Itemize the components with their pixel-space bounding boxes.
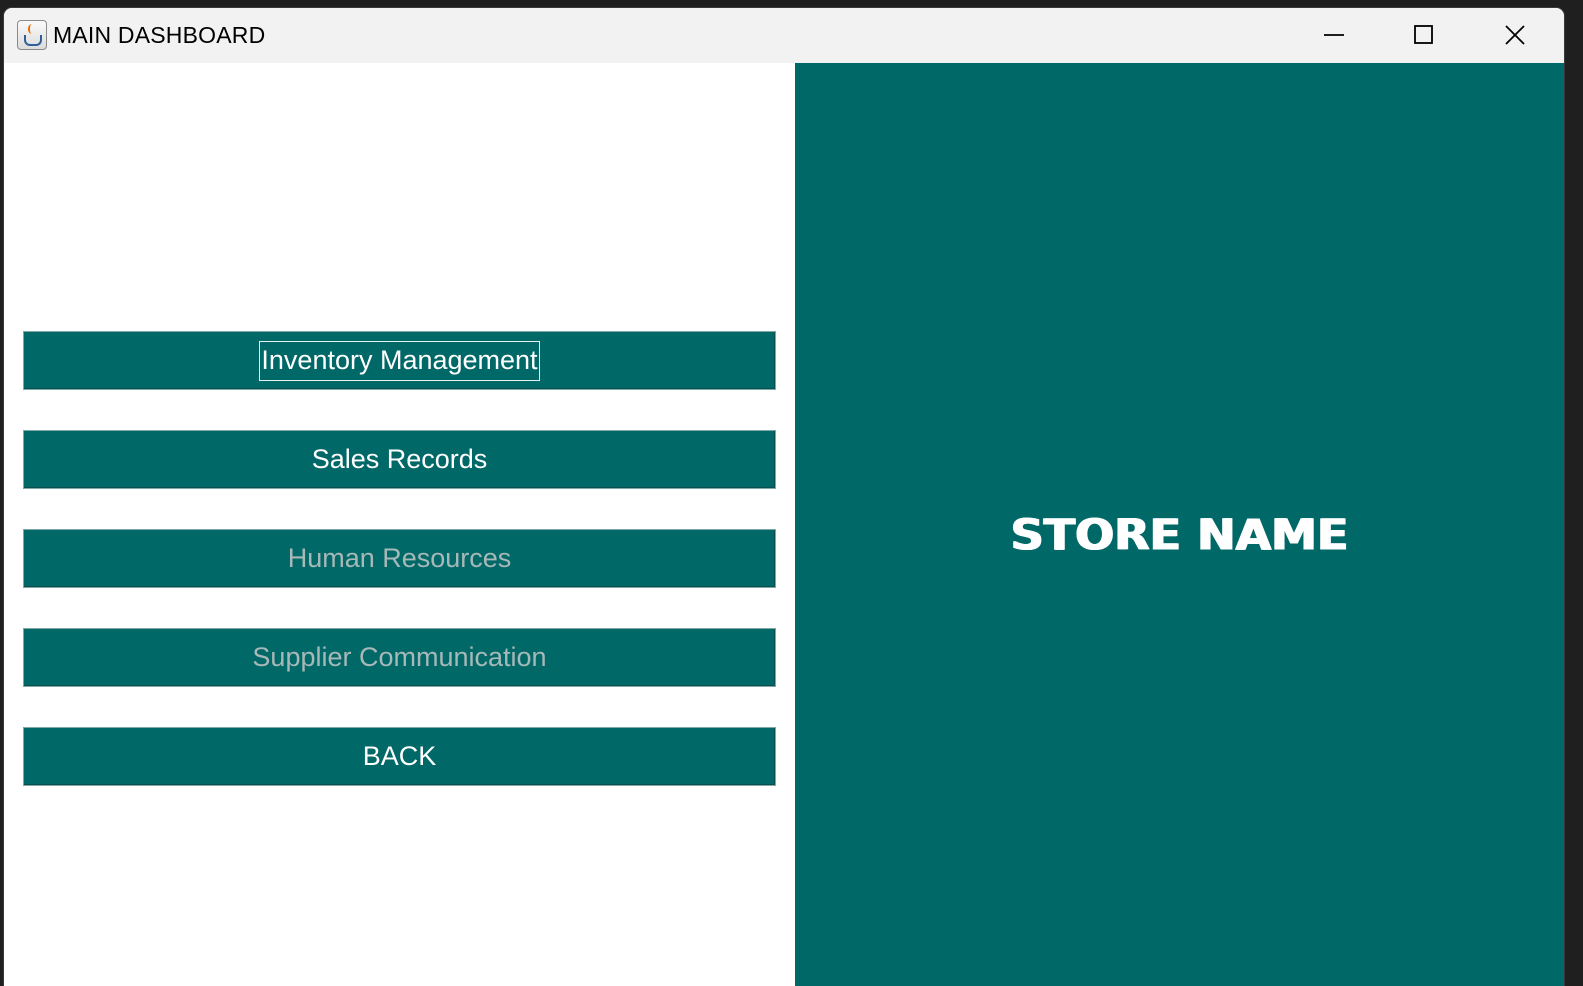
store-name-heading: STORE NAME xyxy=(1010,510,1349,560)
maximize-button[interactable] xyxy=(1380,8,1470,63)
java-app-icon[interactable] xyxy=(17,20,47,50)
close-button[interactable] xyxy=(1471,8,1561,63)
human-resources-button[interactable]: Human Resources xyxy=(23,529,776,588)
inventory-management-label: Inventory Management xyxy=(259,340,540,381)
cup-icon-part xyxy=(24,35,42,46)
steam-icon-part xyxy=(28,24,35,34)
minimize-button[interactable] xyxy=(1290,8,1380,63)
main-window: MAIN DASHBOARD Inventory Management Sale… xyxy=(4,8,1564,986)
supplier-communication-label: Supplier Communication xyxy=(252,642,547,672)
minimize-icon xyxy=(1324,34,1344,36)
title-bar[interactable]: MAIN DASHBOARD xyxy=(4,8,1564,63)
navigation-panel: Inventory Management Sales Records Human… xyxy=(4,63,795,986)
close-icon xyxy=(1505,25,1525,45)
human-resources-label: Human Resources xyxy=(287,543,512,573)
maximize-icon xyxy=(1414,25,1433,44)
back-button[interactable]: BACK xyxy=(23,727,776,786)
sales-records-label: Sales Records xyxy=(311,444,488,474)
sales-records-button[interactable]: Sales Records xyxy=(23,430,776,489)
supplier-communication-button[interactable]: Supplier Communication xyxy=(23,628,776,687)
inventory-management-button[interactable]: Inventory Management xyxy=(23,331,776,390)
window-title: MAIN DASHBOARD xyxy=(53,22,266,48)
back-label: BACK xyxy=(362,741,437,771)
brand-panel: STORE NAME xyxy=(795,63,1564,986)
